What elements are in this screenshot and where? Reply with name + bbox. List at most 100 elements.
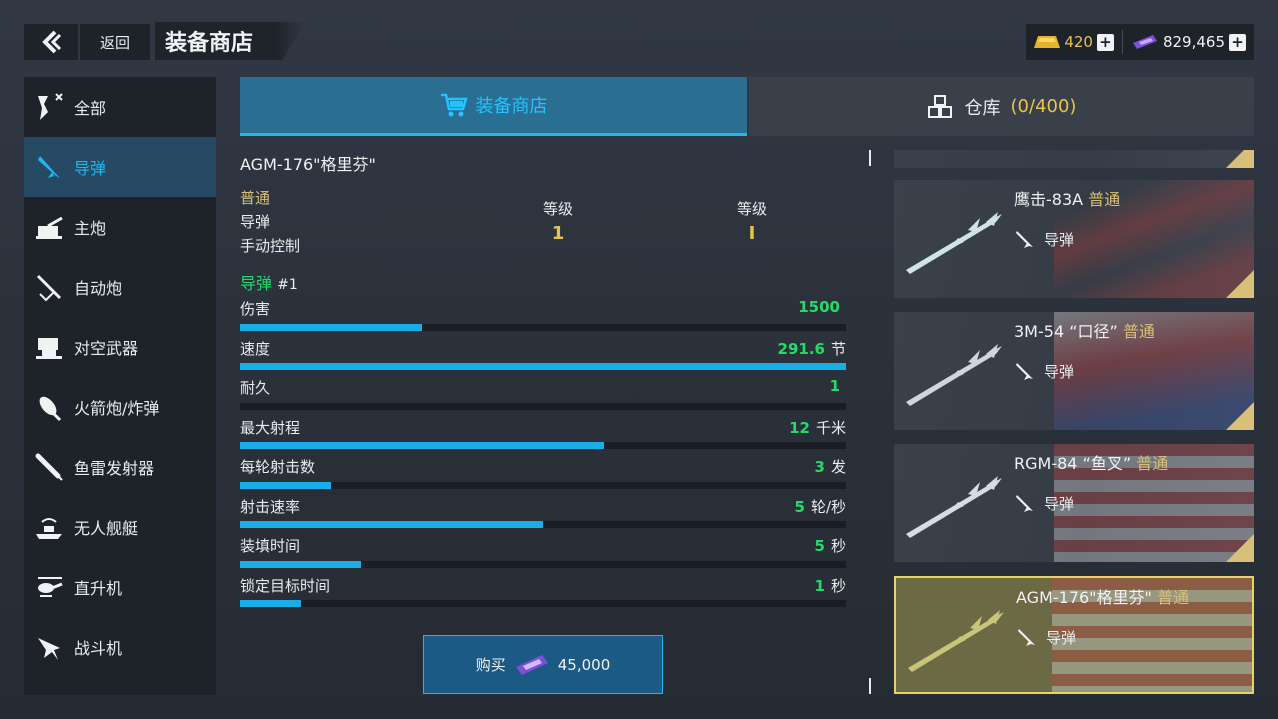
level-block-2: 等级 I (722, 198, 782, 244)
stat-bar-track (240, 481, 846, 489)
gold-amount: 420 (1064, 33, 1093, 51)
level-value: 1 (551, 223, 565, 244)
sidebar-item-label: 火箭炮/炸弹 (74, 399, 160, 418)
sidebar-item-label: 对空武器 (74, 339, 139, 358)
weapon-header: 导弹 #1 (240, 270, 298, 294)
list-item-type: 导弹 (1014, 492, 1074, 514)
sidebar-item-all[interactable]: 全部 (24, 77, 216, 137)
divider (869, 678, 871, 694)
missile-icon (1016, 363, 1033, 380)
missile-image (906, 344, 1002, 406)
sidebar-item-label: 全部 (74, 99, 107, 118)
list-item[interactable] (894, 150, 1254, 168)
stat-label: 锁定目标时间 (240, 576, 331, 595)
list-item-rarity: 普通 (1088, 190, 1121, 209)
stat-bar-fill (240, 363, 846, 370)
tab-warehouse[interactable]: 仓库 (0/400) (749, 77, 1254, 136)
stat-unit: 千米 (815, 418, 846, 437)
level-label: 等级 (542, 200, 573, 218)
sidebar-item-drone-boat[interactable]: 无人舰艇 (24, 497, 216, 557)
list-item[interactable]: 3M-54 “口径” 普通导弹 (894, 312, 1254, 430)
weapon-label: 导弹 (240, 274, 273, 293)
tab-shop[interactable]: 装备商店 (240, 77, 747, 136)
gem-card-icon (515, 654, 548, 675)
list-item-type-label: 导弹 (1046, 628, 1077, 647)
stat-bar-fill (240, 521, 543, 528)
stats-list: 伤害 1500 速度 291.6 节耐久 1 最大射程 12 千米 每轮射击数 3 发射击速率 5 轮/秒… (240, 295, 846, 611)
stat-value: 5秒 (815, 535, 846, 556)
rarity-corner (1226, 534, 1254, 562)
sidebar-item-main-gun[interactable]: 主炮 (24, 197, 216, 257)
sidebar-item-label: 自动炮 (74, 279, 123, 298)
sidebar-item-label: 直升机 (74, 579, 123, 598)
list-item[interactable]: RGM-84 “鱼叉” 普通 导弹 (894, 444, 1254, 562)
sidebar-item-anti-air[interactable]: 对空武器 (24, 317, 216, 377)
stat-number: 12 (789, 418, 810, 437)
divider (869, 150, 871, 166)
back-button[interactable] (24, 24, 78, 60)
back-label-button[interactable]: 返回 (80, 24, 150, 60)
stat-number: 5 (814, 537, 825, 555)
cart-icon (440, 93, 468, 117)
torpedo-icon (34, 452, 64, 482)
stat-bar-track (240, 363, 846, 370)
missile-image (906, 476, 1002, 538)
stat-row: 最大射程 12 千米 (240, 414, 846, 454)
stat-row: 耐久 1 (240, 374, 846, 414)
fighter-jet-icon (34, 632, 64, 662)
tab-warehouse-label: 仓库 (964, 97, 1001, 119)
item-list[interactable]: 鹰击-83A 普通 导弹 3M-54 “口径” 普通 导弹 RGM-84 “鱼叉” 普通… (894, 150, 1254, 695)
list-item-title: 3M-54 “口径” (1014, 322, 1118, 341)
divider (1121, 30, 1123, 54)
sidebar-item-rocket[interactable]: 火箭炮/炸弹 (24, 377, 216, 437)
helicopter-icon (34, 572, 64, 602)
list-item[interactable]: 鹰击-83A 普通导弹 (894, 180, 1254, 298)
sidebar-item-autocannon[interactable]: 自动炮 (24, 257, 216, 317)
rocket-icon (34, 392, 64, 422)
stat-bar-fill (240, 600, 301, 607)
stat-bar-fill (240, 442, 604, 449)
stat-unit: 发 (830, 458, 846, 476)
sidebar-item-torpedo[interactable]: 鱼雷发射器 (24, 437, 216, 497)
sidebar-item-label: 导弹 (74, 159, 107, 178)
stat-bar-fill (240, 323, 422, 331)
stat-bar-track (240, 560, 846, 568)
list-item-name: 3M-54 “口径” 普通 (1014, 318, 1155, 342)
rarity-corner (1226, 150, 1254, 168)
stat-value: 3发 (815, 456, 846, 477)
stat-row: 每轮射击数 3 发 (240, 453, 846, 493)
warehouse-count: (0/400) (1010, 96, 1077, 117)
stat-label: 最大射程 (240, 418, 301, 437)
stat-row: 射击速率 5 轮/秒 (240, 493, 846, 533)
list-item[interactable]: AGM-176"格里芬" 普通 导弹 (894, 576, 1254, 694)
sidebar-item-helicopter[interactable]: 直升机 (24, 557, 216, 617)
buy-label: 购买 (475, 656, 506, 674)
price: 45,000 (557, 655, 611, 674)
level-value: I (748, 223, 756, 244)
stat-row: 伤害 1500 (240, 295, 846, 335)
stat-label: 速度 (240, 339, 271, 358)
missile-icon (1016, 231, 1033, 248)
list-item-title: 鹰击-83A (1014, 190, 1084, 209)
add-gold-button[interactable]: + (1096, 33, 1114, 51)
list-item-type-label: 导弹 (1044, 230, 1075, 249)
sidebar-item-missile[interactable]: 导弹 (24, 137, 216, 197)
rarity-corner (1226, 402, 1254, 430)
stat-bar-fill (240, 560, 362, 568)
buy-button[interactable]: 购买 45,000 (423, 635, 663, 694)
all-icon (34, 92, 64, 122)
stat-value: 291.6 节 (778, 338, 846, 359)
stat-row: 装填时间 5 秒 (240, 532, 846, 572)
autocannon-icon (34, 272, 64, 302)
list-item-type: 导弹 (1014, 360, 1074, 382)
stat-number: 1 (814, 576, 825, 595)
currency-bar: 420 + 829,465 + (1026, 24, 1254, 60)
list-item-type-label: 导弹 (1044, 362, 1075, 381)
back-arrow-icon (42, 30, 62, 54)
stat-unit: 秒 (830, 576, 846, 595)
stat-number: 3 (814, 458, 825, 476)
stat-number: 5 (794, 497, 805, 516)
stat-label: 射击速率 (240, 497, 301, 516)
add-gems-button[interactable]: + (1229, 33, 1246, 51)
sidebar-item-fighter-jet[interactable]: 战斗机 (24, 617, 216, 677)
